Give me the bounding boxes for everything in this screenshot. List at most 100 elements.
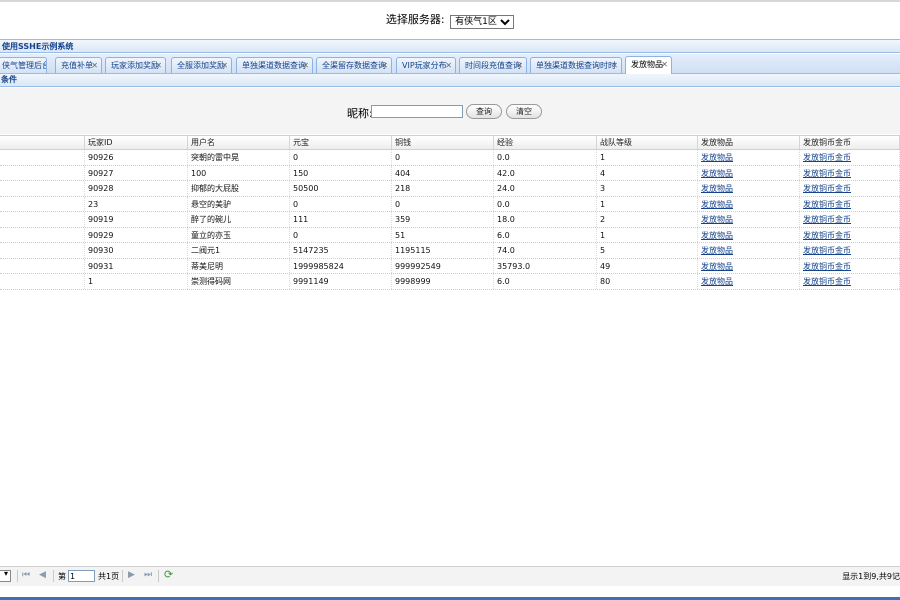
- give-coin-link[interactable]: 发放铜币金币: [803, 246, 851, 255]
- table-row[interactable]: 90931 蒂美尼明 1999985824 999992549 35793.0 49 发放物…: [0, 258, 900, 274]
- tab-give-items[interactable]: 发放物品 ✕: [625, 56, 672, 74]
- column-header[interactable]: 发放铜币金币: [800, 136, 900, 149]
- username-cell: 100: [188, 165, 290, 180]
- server-select[interactable]: 有侠气1区: [450, 15, 515, 29]
- level-cell: 80: [597, 274, 698, 289]
- username-cell: 抑郁的大屁股: [188, 181, 290, 196]
- give-coin-link[interactable]: 发放铜币金币: [803, 200, 851, 209]
- next-page-icon[interactable]: ▶: [128, 570, 135, 580]
- give-item-link[interactable]: 发放物品: [701, 246, 733, 255]
- table-row[interactable]: 90928 抑郁的大屁股 50500 218 24.0 3 发放物品 发放铜币金币: [0, 181, 900, 197]
- give-item-link[interactable]: 发放物品: [701, 215, 733, 224]
- divider: [158, 570, 159, 582]
- column-header[interactable]: 经验: [494, 136, 597, 149]
- give-item-link[interactable]: 发放物品: [701, 153, 733, 162]
- tab-period-recharge[interactable]: 时间段充值查询 ✕: [459, 57, 527, 73]
- system-title: 使用SSHE示例系统: [0, 39, 900, 53]
- table-row[interactable]: 23 悬空的美驴 0 0 0.0 1 发放物品 发放铜币金币: [0, 196, 900, 212]
- table-row[interactable]: 1 崇测得码网 9991149 9998999 6.0 80 发放物品 发放铜币金币: [0, 274, 900, 290]
- tab-retention-query[interactable]: 全渠留存数据查询 ✕: [316, 57, 392, 73]
- last-page-icon[interactable]: ⏭: [144, 570, 152, 580]
- tongqian-cell: 999992549: [392, 258, 494, 273]
- column-header[interactable]: 玩家ID: [85, 136, 188, 149]
- nickname-input[interactable]: [371, 105, 463, 118]
- item-link-cell: 发放物品: [698, 227, 800, 242]
- give-item-link[interactable]: 发放物品: [701, 277, 733, 286]
- exp-cell: 18.0: [494, 212, 597, 227]
- close-icon[interactable]: ✕: [381, 58, 388, 73]
- table-row[interactable]: 90927 100 150 404 42.0 4 发放物品 发放铜币金币: [0, 165, 900, 181]
- exp-cell: 6.0: [494, 274, 597, 289]
- tab-label: 时间段充值查询: [465, 61, 521, 70]
- give-item-link[interactable]: 发放物品: [701, 169, 733, 178]
- column-header[interactable]: 用户名: [188, 136, 290, 149]
- prev-page-icon[interactable]: ◀: [39, 570, 46, 580]
- pagination-info: 显示1到9,共9记: [842, 572, 900, 581]
- yuanbao-cell: 0: [290, 227, 392, 242]
- tab-home[interactable]: 侠气管理后台: [0, 57, 47, 73]
- give-coin-link[interactable]: 发放铜币金币: [803, 153, 851, 162]
- tab-channel-realtime[interactable]: 单独渠道数据查询时时 ✕: [530, 57, 622, 73]
- first-page-icon[interactable]: ⏮: [22, 570, 30, 580]
- tab-channel-query[interactable]: 单独渠道数据查询 ✕: [236, 57, 313, 73]
- column-header[interactable]: 发放物品: [698, 136, 800, 149]
- close-icon[interactable]: ✕: [445, 58, 452, 73]
- column-header[interactable]: 铜钱: [392, 136, 494, 149]
- close-icon[interactable]: ✕: [611, 58, 618, 73]
- column-header[interactable]: 元宝: [290, 136, 392, 149]
- close-icon[interactable]: ✕: [155, 58, 162, 73]
- clear-button[interactable]: 清空: [506, 104, 542, 119]
- table-row[interactable]: 90919 醉了的碗儿 111 359 18.0 2 发放物品 发放铜币金币: [0, 212, 900, 228]
- column-header[interactable]: 战队等级: [597, 136, 698, 149]
- tongqian-cell: 0: [392, 196, 494, 211]
- query-button[interactable]: 查询: [466, 104, 502, 119]
- close-icon[interactable]: ✕: [661, 57, 668, 72]
- give-coin-link[interactable]: 发放铜币金币: [803, 262, 851, 271]
- give-coin-link[interactable]: 发放铜币金币: [803, 169, 851, 178]
- exp-cell: 35793.0: [494, 258, 597, 273]
- give-item-link[interactable]: 发放物品: [701, 200, 733, 209]
- give-coin-link[interactable]: 发放铜币金币: [803, 184, 851, 193]
- close-icon[interactable]: ✕: [516, 58, 523, 73]
- close-icon[interactable]: ✕: [91, 58, 98, 73]
- table-row[interactable]: 90930 二阀元1 5147235 1195115 74.0 5 发放物品 发放铜币金币: [0, 243, 900, 259]
- tab-recharge-fix[interactable]: 充值补单 ✕: [55, 57, 102, 73]
- tab-server-reward[interactable]: 全服添加奖励 ✕: [171, 57, 232, 73]
- give-item-link[interactable]: 发放物品: [701, 184, 733, 193]
- username-cell: 童立的亦玉: [188, 227, 290, 242]
- tab-vip-distribution[interactable]: VIP玩家分布 ✕: [396, 57, 456, 73]
- column-header[interactable]: [0, 136, 85, 149]
- level-cell: 49: [597, 258, 698, 273]
- give-coin-link[interactable]: 发放铜币金币: [803, 231, 851, 240]
- condition-panel-title: 条件: [0, 74, 900, 87]
- page-size-select[interactable]: ▾: [0, 569, 11, 582]
- username-cell: 突朝的雷中晃: [188, 150, 290, 165]
- tab-player-reward[interactable]: 玩家添加奖励 ✕: [105, 57, 166, 73]
- tongqian-cell: 0: [392, 150, 494, 165]
- search-panel: 昵称: 查询 清空: [0, 88, 900, 134]
- tab-label: 充值补单: [61, 61, 93, 70]
- tab-label: 全渠留存数据查询: [322, 61, 386, 70]
- close-icon[interactable]: ✕: [302, 58, 309, 73]
- refresh-icon[interactable]: ⟳: [164, 568, 173, 581]
- yuanbao-cell: 111: [290, 212, 392, 227]
- give-item-link[interactable]: 发放物品: [701, 231, 733, 240]
- row-cell: [0, 212, 85, 227]
- username-cell: 醉了的碗儿: [188, 212, 290, 227]
- close-icon[interactable]: ✕: [221, 58, 228, 73]
- page-number-input[interactable]: [68, 570, 95, 582]
- item-link-cell: 发放物品: [698, 165, 800, 180]
- coin-link-cell: 发放铜币金币: [800, 212, 900, 227]
- server-selector-bar: 选择服务器: 有侠气1区: [0, 12, 900, 30]
- give-coin-link[interactable]: 发放铜币金币: [803, 277, 851, 286]
- username-cell: 蒂美尼明: [188, 258, 290, 273]
- table-row[interactable]: 90929 童立的亦玉 0 51 6.0 1 发放物品 发放铜币金币: [0, 227, 900, 243]
- give-item-link[interactable]: 发放物品: [701, 262, 733, 271]
- exp-cell: 0.0: [494, 150, 597, 165]
- divider: [53, 570, 54, 582]
- pagination-bar: ▾ ⏮ ◀ 第 共1页 ▶ ⏭ ⟳ 显示1到9,共9记: [0, 566, 900, 586]
- row-cell: [0, 165, 85, 180]
- give-coin-link[interactable]: 发放铜币金币: [803, 215, 851, 224]
- level-cell: 1: [597, 227, 698, 242]
- table-row[interactable]: 90926 突朝的雷中晃 0 0 0.0 1 发放物品 发放铜币金币: [0, 150, 900, 166]
